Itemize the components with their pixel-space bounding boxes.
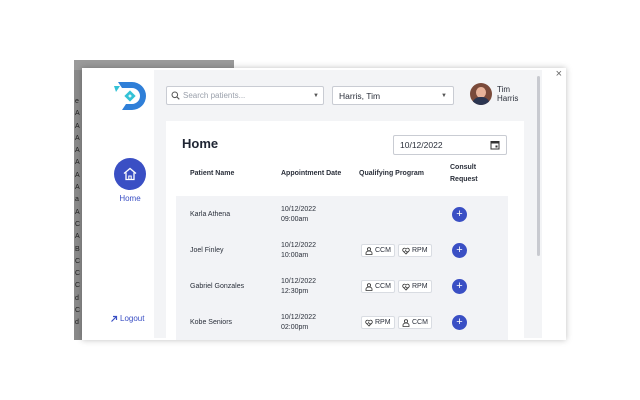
logout-label: Logout bbox=[120, 314, 145, 323]
appointment-time: 10:00am bbox=[281, 252, 309, 259]
table-row: Kobe Seniors 10/12/2022 02:00pm RPM CCM … bbox=[176, 304, 508, 340]
program-badge-ccm: CCM bbox=[398, 316, 432, 329]
doctor-icon bbox=[402, 318, 410, 327]
program-badge-rpm: RPM bbox=[398, 280, 432, 293]
chevron-down-icon: ▼ bbox=[441, 92, 447, 99]
search-placeholder: Search patients... bbox=[183, 91, 246, 100]
table-row: Karla Athena 10/12/2022 09:00am + bbox=[176, 196, 508, 232]
appointment-day: 10/12/2022 bbox=[281, 242, 317, 249]
close-icon[interactable]: × bbox=[556, 68, 562, 80]
consult-request-button[interactable]: + bbox=[452, 315, 467, 330]
column-header-appointment-date: Appointment Date bbox=[281, 170, 342, 177]
chevron-down-icon: ▼ bbox=[313, 92, 319, 99]
appointment-time: 09:00am bbox=[281, 216, 309, 223]
home-nav-button[interactable] bbox=[114, 158, 146, 190]
patient-name: Gabriel Gonzales bbox=[190, 283, 245, 290]
column-header-patient-name: Patient Name bbox=[190, 170, 235, 177]
program-label: RPM bbox=[412, 283, 428, 290]
program-label: RPM bbox=[375, 319, 391, 326]
provider-select[interactable]: Harris, Tim ▼ bbox=[332, 86, 454, 105]
scrollbar[interactable] bbox=[537, 76, 540, 256]
logout-link[interactable]: Logout bbox=[110, 314, 144, 323]
app-logo bbox=[112, 78, 148, 114]
table-row: Gabriel Gonzales 10/12/2022 12:30pm CCM … bbox=[176, 268, 508, 304]
program-label: CCM bbox=[375, 283, 391, 290]
program-badge-ccm: CCM bbox=[361, 244, 395, 257]
provider-select-value: Harris, Tim bbox=[339, 90, 381, 101]
calendar-icon[interactable] bbox=[490, 140, 500, 150]
appointment-time: 12:30pm bbox=[281, 288, 309, 295]
arrow-up-right-icon bbox=[111, 315, 118, 322]
program-badge-rpm: RPM bbox=[361, 316, 395, 329]
program-label: RPM bbox=[412, 247, 428, 254]
appointment-day: 10/12/2022 bbox=[281, 206, 317, 213]
extension-popup: × Home Logout Search patients... ▼ Harri… bbox=[82, 68, 566, 340]
column-header-qualifying-program: Qualifying Program bbox=[359, 170, 424, 177]
program-label: CCM bbox=[412, 319, 428, 326]
appointment-day: 10/12/2022 bbox=[281, 314, 317, 321]
user-profile[interactable]: Tim Harris bbox=[470, 83, 525, 105]
home-card: Home 10/12/2022 Patient Name Appointment… bbox=[166, 121, 524, 340]
home-icon bbox=[123, 167, 137, 181]
appointment-date: 10/12/2022 02:00pm bbox=[281, 313, 316, 333]
program-badge-ccm: CCM bbox=[361, 280, 395, 293]
patient-name: Kobe Seniors bbox=[190, 319, 233, 326]
doctor-icon bbox=[365, 282, 373, 291]
patient-name: Karla Athena bbox=[190, 211, 231, 218]
heart-monitor-icon bbox=[402, 283, 410, 291]
search-input[interactable]: Search patients... ▼ bbox=[166, 86, 324, 105]
date-picker[interactable]: 10/12/2022 bbox=[393, 135, 507, 155]
home-nav-label[interactable]: Home bbox=[109, 194, 151, 203]
search-icon bbox=[171, 91, 180, 100]
appointment-date: 10/12/2022 10:00am bbox=[281, 241, 316, 261]
patient-table-body: Karla Athena 10/12/2022 09:00am + Joel F… bbox=[176, 196, 508, 340]
appointment-date: 10/12/2022 09:00am bbox=[281, 205, 316, 225]
page-title: Home bbox=[182, 136, 219, 151]
heart-monitor-icon bbox=[365, 319, 373, 327]
consult-request-button[interactable]: + bbox=[452, 243, 467, 258]
user-name: Tim Harris bbox=[497, 85, 519, 103]
table-row: Joel Finley 10/12/2022 10:00am CCM RPM + bbox=[176, 232, 508, 268]
patient-name: Joel Finley bbox=[190, 247, 224, 254]
consult-request-button[interactable]: + bbox=[452, 207, 467, 222]
program-label: CCM bbox=[375, 247, 391, 254]
appointment-day: 10/12/2022 bbox=[281, 278, 317, 285]
doctor-icon bbox=[365, 246, 373, 255]
consult-request-button[interactable]: + bbox=[452, 279, 467, 294]
sidebar: Home Logout bbox=[102, 70, 154, 336]
avatar bbox=[470, 83, 492, 105]
heart-monitor-icon bbox=[402, 247, 410, 255]
appointment-date: 10/12/2022 12:30pm bbox=[281, 277, 316, 297]
column-header-consult-request: Consult Request bbox=[450, 164, 478, 183]
appointment-time: 02:00pm bbox=[281, 324, 309, 331]
date-value: 10/12/2022 bbox=[400, 140, 443, 150]
program-badge-rpm: RPM bbox=[398, 244, 432, 257]
